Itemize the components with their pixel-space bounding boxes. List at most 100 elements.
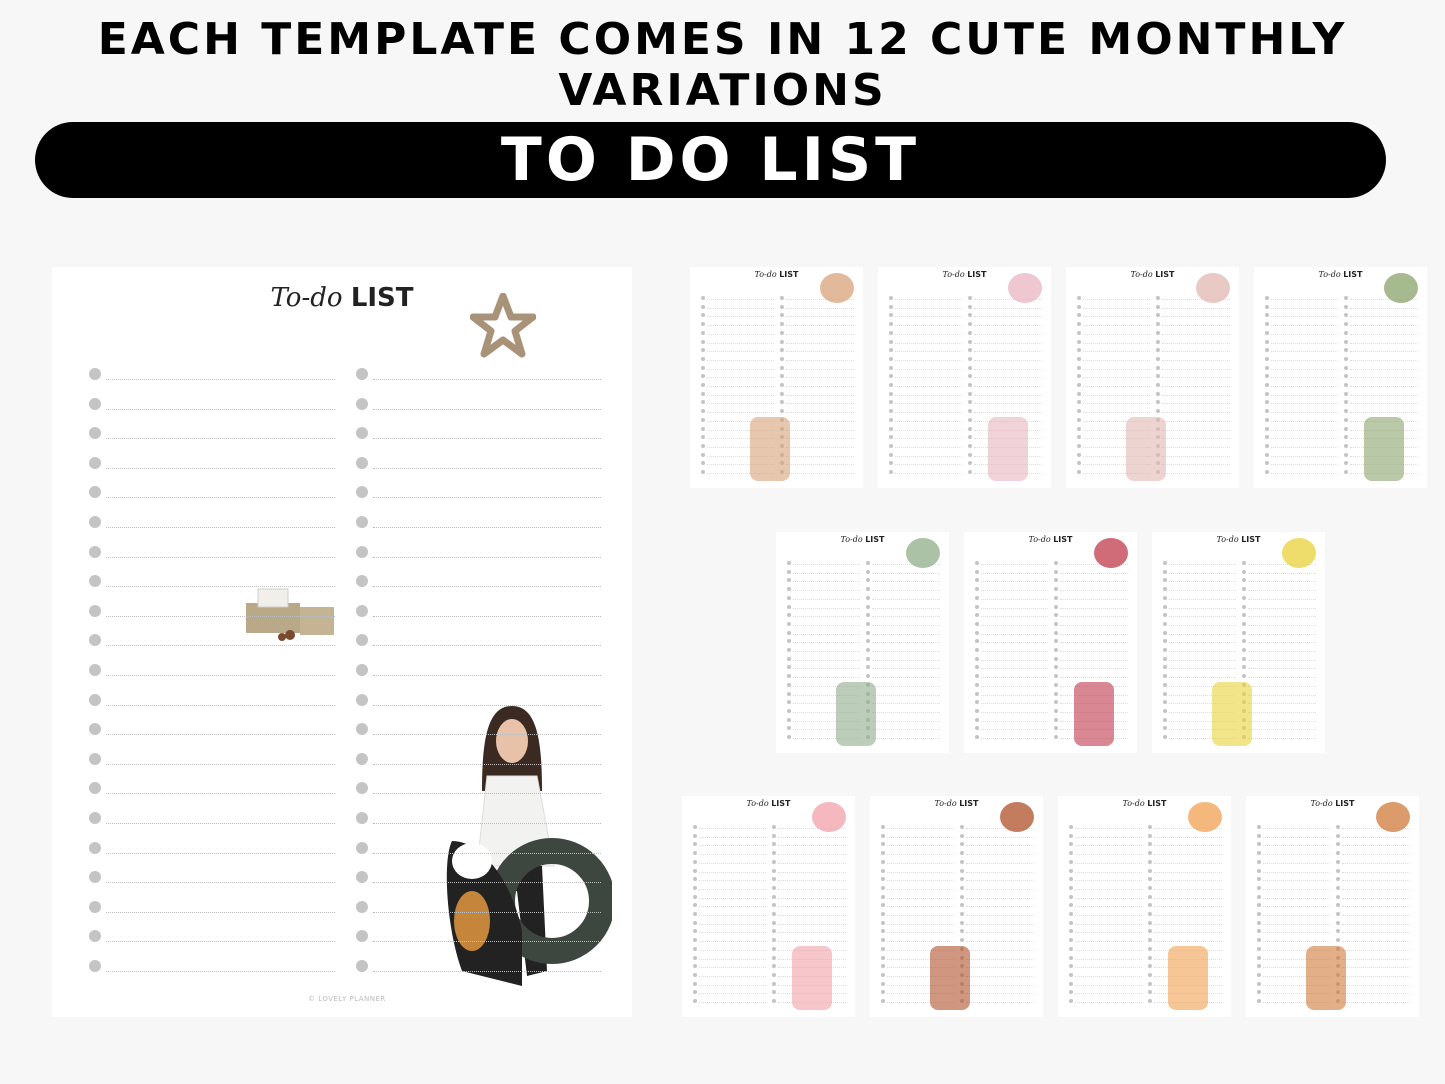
bullet-dot [968,365,972,370]
todo-line[interactable] [106,615,335,617]
todo-line[interactable] [106,586,335,588]
bullet-dot [1156,409,1160,414]
bullet-dot [1077,296,1081,300]
todo-line [966,941,1034,943]
thumbnail-page[interactable]: To-do LIST [964,532,1137,753]
todo-line[interactable] [373,467,601,469]
todo-line[interactable] [373,971,601,972]
bullet-dot [1265,330,1269,335]
thumbnail-page[interactable]: To-do LIST [878,267,1051,488]
todo-line[interactable] [373,438,601,440]
todo-line[interactable] [373,408,601,410]
todo-line [895,412,962,414]
todo-line[interactable] [373,675,601,676]
bullet-dot [1257,990,1261,995]
todo-line[interactable] [106,675,335,676]
thumbnail-page[interactable]: To-do LIST [1058,796,1231,1017]
bullet-dot [975,621,979,626]
bullet-dot [701,452,705,457]
todo-line[interactable] [373,941,601,943]
todo-line [872,572,940,574]
todo-line [1271,368,1338,370]
todo-line [1350,394,1418,396]
todo-line[interactable] [106,704,335,706]
thumbnail-page[interactable]: To-do LIST [870,796,1043,1017]
bullet-dot [889,400,893,405]
todo-line[interactable] [373,734,601,736]
bullet-dot [975,674,979,679]
todo-line[interactable] [106,734,335,736]
todo-line [966,906,1034,908]
todo-line[interactable] [106,379,335,380]
todo-line[interactable] [106,408,335,410]
bullet-dot [787,726,791,731]
todo-line[interactable] [373,615,601,617]
todo-line [1162,359,1230,361]
todo-line[interactable] [373,704,601,706]
autumn-drink-and-sofa-top-icon [1000,802,1034,832]
todo-line [895,420,962,422]
thumbnail-page[interactable]: To-do LIST [1066,267,1239,488]
todo-line[interactable] [373,763,601,765]
todo-line [1075,993,1142,995]
todo-line [1162,386,1230,387]
todo-line[interactable] [373,852,601,854]
todo-line[interactable] [106,438,335,440]
todo-line[interactable] [373,379,601,380]
bullet-dot [881,981,885,986]
todo-line [1248,694,1316,696]
todo-line[interactable] [106,882,335,884]
thumbnail-page[interactable]: To-do LIST [690,267,863,488]
todo-line[interactable] [106,645,335,647]
todo-line[interactable] [373,586,601,588]
bullet-dot [1163,708,1167,713]
bullet-dot [1054,700,1058,705]
todo-line[interactable] [373,882,601,884]
todo-line[interactable] [373,911,601,913]
todo-line[interactable] [106,823,335,824]
todo-line[interactable] [373,556,601,558]
bullet-dot [968,435,972,440]
bullet-dot [693,981,697,986]
bullet-dot [866,578,870,583]
todo-line[interactable] [373,823,601,824]
bullet-dot [1148,912,1152,916]
thumbnail-page[interactable]: To-do LIST [682,796,855,1017]
thumbnail-page[interactable]: To-do LIST [1246,796,1419,1017]
thumbnail-page[interactable]: To-do LIST [776,532,949,753]
todo-line [981,642,1048,644]
todo-line[interactable] [106,852,335,854]
todo-line [793,590,860,592]
todo-line[interactable] [373,793,601,795]
todo-line [707,377,774,379]
bullet-dot [1148,938,1152,943]
bullet-dot [1069,859,1073,864]
thumbnail-page[interactable]: To-do LIST [1152,532,1325,753]
todo-line [1162,368,1230,370]
todo-line[interactable] [106,497,335,499]
todo-line[interactable] [106,527,335,528]
todo-line[interactable] [106,556,335,558]
bullet-dot [89,397,101,410]
todo-line[interactable] [106,793,335,795]
bullet-dot [693,946,697,951]
todo-line[interactable] [106,971,335,972]
todo-line[interactable] [373,497,601,499]
todo-line [1342,854,1410,856]
todo-line [1342,915,1410,916]
todo-line [1083,325,1150,327]
bullet-dot [1054,621,1058,626]
bullet-dot [356,634,368,647]
todo-line[interactable] [106,763,335,765]
bullet-dot [787,587,791,592]
todo-line[interactable] [373,527,601,528]
todo-line [793,651,860,652]
todo-line[interactable] [373,645,601,647]
todo-line[interactable] [106,911,335,913]
todo-line[interactable] [106,467,335,469]
todo-line[interactable] [106,941,335,943]
bullet-dot [1257,903,1261,908]
thumbnail-page[interactable]: To-do LIST [1254,267,1427,488]
todo-line [895,342,962,344]
bullet-dot [1344,443,1348,448]
